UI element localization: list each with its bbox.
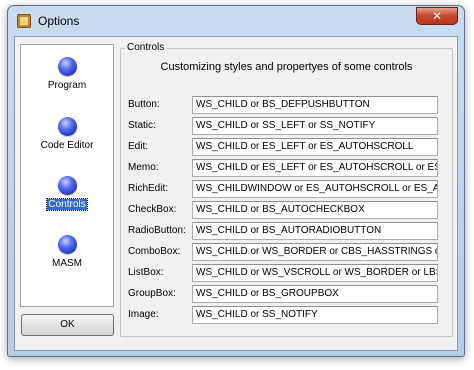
groupbox-style-field[interactable]: WS_CHILD or BS_GROUPBOX [192, 285, 438, 303]
sidebar-item-label: Program [47, 80, 87, 91]
app-icon [17, 14, 31, 28]
options-sidebar: Program Code Editor Controls MASM [20, 44, 114, 307]
sidebar-item-controls[interactable]: Controls [21, 176, 113, 211]
row-button: Button: WS_CHILD or BS_DEFPUSHBUTTON [121, 96, 452, 114]
row-richedit: RichEdit: WS_CHILDWINDOW or ES_AUTOHSCRO… [121, 180, 452, 198]
group-legend: Controls [125, 42, 167, 53]
row-checkbox: CheckBox: WS_CHILD or BS_AUTOCHECKBOX [121, 201, 452, 219]
row-image: Image: WS_CHILD or SS_NOTIFY [121, 306, 452, 324]
row-label: ComboBox: [128, 246, 181, 257]
ok-button[interactable]: OK [21, 314, 114, 336]
row-label: GroupBox: [128, 288, 176, 299]
close-button[interactable]: ✕ [416, 7, 458, 25]
row-combobox: ComboBox: WS_CHILD or WS_BORDER or CBS_H… [121, 243, 452, 261]
blue-orb-icon [57, 235, 77, 254]
sidebar-item-masm[interactable]: MASM [21, 235, 113, 269]
row-label: Edit: [128, 141, 149, 152]
row-memo: Memo: WS_CHILD or ES_LEFT or ES_AUTOHSCR… [121, 159, 452, 177]
row-label: ListBox: [128, 267, 164, 278]
edit-style-field[interactable]: WS_CHILD or ES_LEFT or ES_AUTOHSCROLL [192, 138, 438, 156]
listbox-style-field[interactable]: WS_CHILD or WS_VSCROLL or WS_BORDER or L… [192, 264, 438, 282]
row-radiobutton: RadioButton: WS_CHILD or BS_AUTORADIOBUT… [121, 222, 452, 240]
row-label: Image: [128, 309, 159, 320]
sidebar-item-label: Code Editor [40, 140, 94, 151]
row-label: Button: [128, 99, 160, 110]
image-style-field[interactable]: WS_CHILD or SS_NOTIFY [192, 306, 438, 324]
row-label: Memo: [128, 162, 159, 173]
static-style-field[interactable]: WS_CHILD or SS_LEFT or SS_NOTIFY [192, 117, 438, 135]
sidebar-item-label: MASM [52, 258, 82, 269]
radiobutton-style-field[interactable]: WS_CHILD or BS_AUTORADIOBUTTON [192, 222, 438, 240]
row-label: RadioButton: [128, 225, 186, 236]
row-edit: Edit: WS_CHILD or ES_LEFT or ES_AUTOHSCR… [121, 138, 452, 156]
memo-style-field[interactable]: WS_CHILD or ES_LEFT or ES_AUTOHSCROLL or… [192, 159, 438, 177]
row-label: Static: [128, 120, 156, 131]
row-label: RichEdit: [128, 183, 169, 194]
controls-groupbox: Controls Customizing styles and property… [120, 42, 453, 337]
sidebar-item-program[interactable]: Program [21, 57, 113, 91]
row-label: CheckBox: [128, 204, 177, 215]
title-bar[interactable]: Options ✕ [8, 6, 464, 36]
sidebar-item-code-editor[interactable]: Code Editor [21, 117, 113, 151]
checkbox-style-field[interactable]: WS_CHILD or BS_AUTOCHECKBOX [192, 201, 438, 219]
options-window: Options ✕ Program Code Editor Controls M… [7, 5, 465, 357]
group-description: Customizing styles and propertyes of som… [160, 61, 413, 73]
row-groupbox: GroupBox: WS_CHILD or BS_GROUPBOX [121, 285, 452, 303]
button-style-field[interactable]: WS_CHILD or BS_DEFPUSHBUTTON [192, 96, 438, 114]
row-static: Static: WS_CHILD or SS_LEFT or SS_NOTIFY [121, 117, 452, 135]
combobox-style-field[interactable]: WS_CHILD or WS_BORDER or CBS_HASSTRINGS … [192, 243, 438, 261]
row-listbox: ListBox: WS_CHILD or WS_VSCROLL or WS_BO… [121, 264, 452, 282]
window-title: Options [38, 14, 80, 28]
blue-orb-icon [57, 57, 77, 76]
dialog-client-area: Program Code Editor Controls MASM OK Con… [14, 36, 458, 351]
richedit-style-field[interactable]: WS_CHILDWINDOW or ES_AUTOHSCROLL or ES_A… [192, 180, 438, 198]
blue-orb-icon [57, 176, 77, 195]
sidebar-item-label: Controls [46, 198, 88, 211]
blue-orb-icon [57, 117, 77, 136]
